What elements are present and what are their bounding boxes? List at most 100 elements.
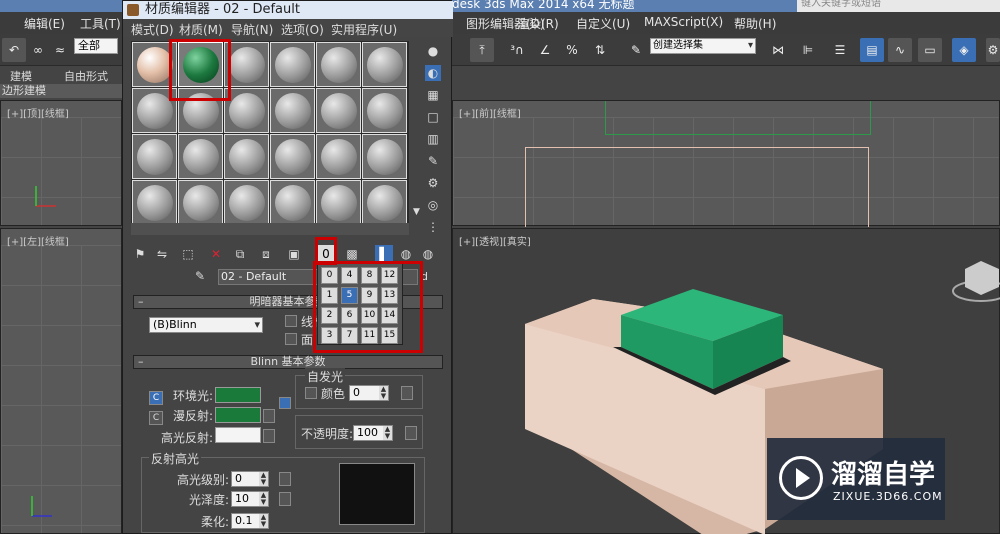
flyout-option[interactable]: 0 [321,267,338,284]
sample-slot[interactable] [132,180,177,225]
bind-spacewarp-icon[interactable]: ≈ [48,38,72,62]
ribbon-tab-modeling[interactable]: 建模 [10,68,32,84]
sample-slot[interactable] [362,134,407,179]
diffuse-map-button[interactable] [263,409,275,423]
menu-tools[interactable]: 工具(T) [80,15,121,32]
sample-slot[interactable] [316,134,361,179]
curve-editor-icon[interactable]: ∿ [888,38,912,62]
sample-slot[interactable] [178,134,223,179]
sample-slot[interactable] [224,88,269,133]
ambient-color-swatch[interactable] [215,387,261,403]
percent-snap-icon[interactable]: % [560,38,584,62]
sample-slot[interactable] [316,180,361,225]
sample-slot[interactable] [362,42,407,87]
sample-slots-count-button[interactable]: 0 [317,245,335,263]
get-material-icon[interactable]: ⚑ [131,245,149,263]
soften-spinner[interactable]: 0.1 ▲ ▼ [231,513,269,529]
sample-slot[interactable] [224,42,269,87]
viewport-label[interactable]: [+][前][线框] [459,105,521,120]
snaps-toggle-icon[interactable]: ³∩ [505,38,529,62]
link-icon[interactable]: ∞ [26,38,50,62]
viewport-left[interactable]: [+][左][线框] [0,228,122,534]
background-icon[interactable]: ▦ [425,87,441,103]
make-preview-icon[interactable]: ✎ [425,153,441,169]
show-map-icon[interactable]: ▩ [343,245,361,263]
angle-snap-icon[interactable]: ∠ [533,38,557,62]
put-to-scene-icon[interactable]: ⇋ [153,245,171,263]
eyedropper-icon[interactable]: ✎ [195,269,205,283]
flyout-option-selected[interactable]: 5 [341,287,358,304]
flyout-option[interactable]: 8 [361,267,378,284]
sample-slot[interactable] [132,134,177,179]
specular-color-swatch[interactable] [215,427,261,443]
glossiness-map-button[interactable] [279,492,291,506]
lock-diffuse-specular-icon[interactable]: C [149,411,163,425]
undo-icon[interactable]: ↶ [2,38,26,62]
sample-slot[interactable] [178,180,223,225]
self-illum-color-checkbox[interactable] [305,387,317,399]
sample-slot[interactable] [270,42,315,87]
flyout-option[interactable]: 7 [341,327,358,344]
sample-type-icon[interactable]: ● [425,43,441,59]
edit-named-selection-icon[interactable]: ✎ [624,38,648,62]
ribbon-polygon-modeling[interactable]: 边形建模 [0,84,122,98]
make-unique-icon[interactable]: ⧈ [257,245,275,263]
render-setup-icon[interactable]: ⚙ [986,38,1000,62]
sample-slot[interactable] [362,180,407,225]
me-menu-navigation[interactable]: 导航(N) [231,21,273,38]
flyout-option[interactable]: 13 [381,287,398,304]
me-menu-utilities[interactable]: 实用程序(U) [331,21,397,38]
blinn-basic-params-rollout[interactable]: – Blinn 基本参数 [133,355,443,369]
layer-manager-icon[interactable]: ▤ [860,38,884,62]
menu-rendering[interactable]: 渲染(R) [517,15,559,32]
backlight-icon[interactable]: ◐ [425,65,441,81]
go-to-parent-icon[interactable]: ◍ [397,245,415,263]
specular-map-button[interactable] [263,429,275,443]
sample-slot[interactable] [132,42,177,87]
shader-type-dropdown[interactable]: (B)Blinn ▾ [149,317,263,333]
spinner-snap-icon[interactable]: ⇅ [588,38,612,62]
uv-tiling-icon[interactable]: □ [425,109,441,125]
flyout-option[interactable]: 6 [341,307,358,324]
sample-slot[interactable] [362,88,407,133]
show-end-result-icon[interactable]: ▌ [375,245,393,263]
lock-map-icon[interactable] [279,397,291,409]
copy-material-icon[interactable]: ⧉ [231,245,249,263]
wire-checkbox[interactable] [285,315,297,327]
viewport-front[interactable]: [+][前][线框] [452,100,1000,227]
go-forward-sibling-icon[interactable]: ◍ [419,245,437,263]
sample-slot-active[interactable] [178,42,223,87]
me-menu-mode[interactable]: 模式(D) [131,21,174,38]
viewport-perspective[interactable]: [+][透视][真实] 溜溜自学 ZIXUE.3D66.COM [452,228,1000,534]
self-illum-spinner[interactable]: 0 ▲ ▼ [349,385,389,401]
flyout-option[interactable]: 15 [381,327,398,344]
reset-map-icon[interactable]: ✕ [207,245,225,263]
menu-edit[interactable]: 编辑(E) [24,15,65,32]
flyout-option[interactable]: 9 [361,287,378,304]
flyout-option[interactable]: 1 [321,287,338,304]
sample-slot[interactable] [270,180,315,225]
scene-explorer-icon[interactable]: ☰ [828,38,852,62]
diffuse-color-swatch[interactable] [215,407,261,423]
sample-slot[interactable] [270,134,315,179]
flyout-option[interactable]: 3 [321,327,338,344]
menu-help[interactable]: 帮助(H) [734,15,776,32]
video-color-check-icon[interactable]: ▥ [425,131,441,147]
viewport-label[interactable]: [+][顶][线框] [7,105,69,120]
spec-level-map-button[interactable] [279,472,291,486]
sample-slot[interactable] [316,42,361,87]
flyout-option[interactable]: 4 [341,267,358,284]
assign-to-selection-icon[interactable]: ⬚ [179,245,197,263]
sample-slot[interactable] [224,180,269,225]
mirror-icon[interactable]: ⋈ [766,38,790,62]
ribbon-tab-freeform[interactable]: 自由形式 [64,68,108,84]
select-by-material-icon[interactable]: ◎ [425,197,441,213]
flyout-option[interactable]: 2 [321,307,338,324]
flyout-option[interactable]: 12 [381,267,398,284]
named-selection-set-dropdown[interactable]: 创建选择集 [650,38,756,54]
viewport-label[interactable]: [+][左][线框] [7,233,69,248]
viewport-top[interactable]: [+][顶][线框] [0,100,122,226]
scroll-down-arrow-icon[interactable]: ▼ [413,207,423,219]
select-rotate-icon[interactable]: ⤒ [470,38,494,62]
flyout-option[interactable]: 10 [361,307,378,324]
